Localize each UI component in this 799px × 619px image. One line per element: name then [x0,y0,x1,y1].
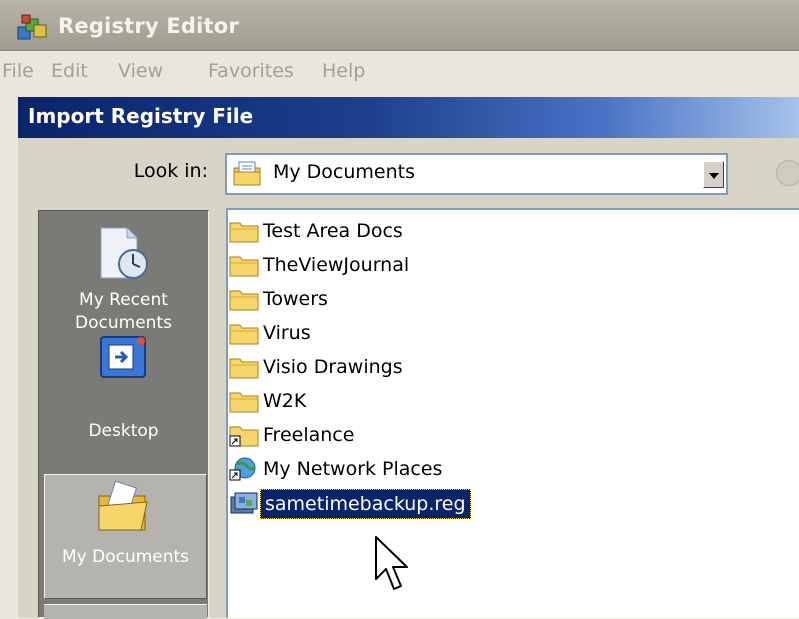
file-name: Test Area Docs [263,220,403,242]
menu-help[interactable]: Help [322,60,365,82]
file-name: TheViewJournal [263,254,410,276]
folder-icon [229,222,259,243]
menu-favorites[interactable]: Favorites [208,60,294,82]
folder-icon [229,392,259,413]
look-in-value: My Documents [273,161,416,183]
file-name: Freelance [263,424,355,446]
file-name: Visio Drawings [263,356,403,378]
look-in-dropdown-button[interactable] [703,161,724,188]
registry-editor-icon [17,14,47,40]
folder-shortcut-icon [229,426,259,447]
my-documents-folder-icon [233,161,261,186]
folder-icon [229,324,259,345]
folder-icon [229,358,259,379]
mouse-cursor-icon [375,536,408,590]
app-title: Registry Editor [58,14,239,38]
network-places-icon [229,457,257,481]
place-label-my-documents: My Documents [61,547,190,567]
look-in-label: Look in: [133,160,208,182]
chevron-down-icon [709,173,719,179]
desktop-icon[interactable] [95,333,151,383]
my-documents-icon [98,480,148,531]
file-name-selected: sametimebackup.reg [260,489,471,519]
back-button[interactable] [776,160,799,186]
place-label-recent-documents[interactable]: My Recent Documents [40,289,207,335]
folder-icon [229,290,259,311]
menu-edit[interactable]: Edit [51,60,88,82]
menu-file[interactable]: File [2,60,34,82]
registry-file-icon [230,492,258,514]
file-name: W2K [263,390,307,412]
dialog-title: Import Registry File [28,104,254,128]
place-my-computer[interactable] [44,604,207,619]
recent-documents-icon[interactable] [93,226,153,282]
place-label-desktop[interactable]: Desktop [40,421,207,441]
folder-icon [229,256,259,277]
file-name: My Network Places [263,458,443,480]
menu-view[interactable]: View [118,60,163,82]
file-name: Towers [263,288,328,310]
file-name: Virus [263,322,311,344]
